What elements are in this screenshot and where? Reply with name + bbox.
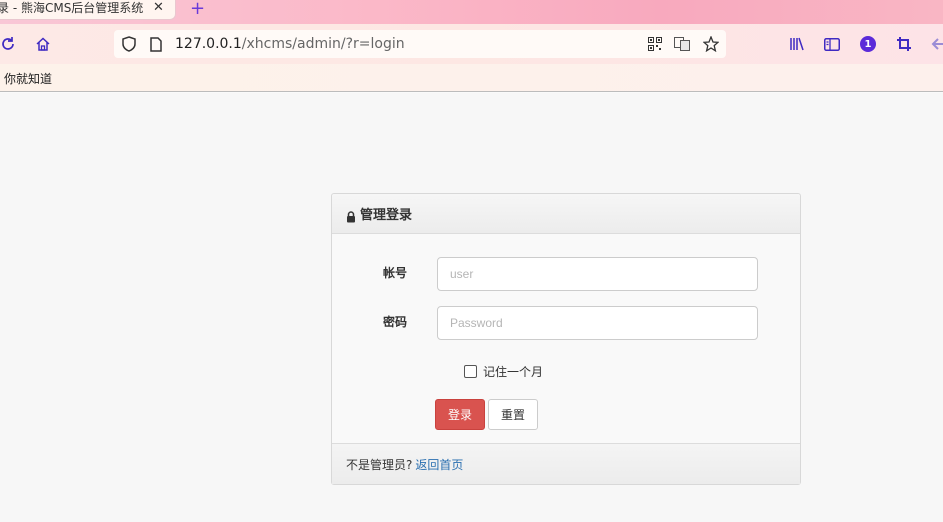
back-home-link[interactable]: 返回首页 (415, 456, 463, 473)
remember-option[interactable]: 记住一个月 (464, 363, 543, 380)
new-tab-icon[interactable]: + (190, 0, 205, 19)
library-icon[interactable] (787, 34, 807, 54)
username-label: 帐号 (383, 266, 408, 280)
home-icon[interactable] (33, 34, 53, 54)
extension-badge-icon[interactable]: 1 (860, 36, 876, 52)
remember-checkbox[interactable] (464, 365, 477, 378)
url-path: /xhcms/admin/?r=login (241, 36, 405, 52)
qr-code-icon[interactable] (646, 35, 664, 53)
extension-icon[interactable] (928, 34, 943, 54)
footer-text: 不是管理员? (346, 457, 413, 472)
password-label: 密码 (383, 315, 408, 329)
remember-label: 记住一个月 (483, 365, 544, 379)
shield-icon[interactable] (120, 35, 138, 53)
panel-header: 管理登录 (332, 194, 800, 234)
bookmark-item[interactable]: 你就知道 (4, 70, 52, 87)
url-text[interactable]: 127.0.0.1/xhcms/admin/?r=login (175, 36, 405, 52)
reset-button[interactable]: 重置 (488, 399, 538, 430)
login-panel: 管理登录 帐号 密码 记住一个月 登录 重置 不是管理员? 返回首页 (331, 193, 801, 485)
reload-icon[interactable] (0, 34, 18, 54)
crop-icon[interactable] (894, 34, 914, 54)
star-icon[interactable] (702, 35, 720, 53)
tab-title: 录 - 熊海CMS后台管理系统 (0, 1, 144, 15)
address-bar[interactable]: 127.0.0.1/xhcms/admin/?r=login (114, 30, 726, 58)
password-input[interactable] (437, 306, 758, 340)
username-input[interactable] (437, 257, 758, 291)
tab-bar: 录 - 熊海CMS后台管理系统 ✕ + (0, 0, 943, 24)
login-button[interactable]: 登录 (435, 399, 485, 430)
lock-icon (346, 208, 356, 222)
panel-footer: 不是管理员? 返回首页 (332, 443, 800, 484)
url-host: 127.0.0.1 (175, 36, 242, 52)
browser-tab[interactable]: 录 - 熊海CMS后台管理系统 ✕ (0, 0, 176, 20)
panel-title: 管理登录 (360, 208, 413, 223)
close-tab-icon[interactable]: ✕ (153, 0, 164, 15)
sidebar-icon[interactable] (822, 34, 842, 54)
bookmarks-bar: 你就知道 (0, 64, 943, 92)
page-content: 管理登录 帐号 密码 记住一个月 登录 重置 不是管理员? 返回首页 (0, 93, 943, 522)
translate-icon[interactable] (673, 35, 691, 53)
navigation-bar: 127.0.0.1/xhcms/admin/?r=login 1 (0, 24, 943, 64)
page-icon[interactable] (147, 35, 165, 53)
